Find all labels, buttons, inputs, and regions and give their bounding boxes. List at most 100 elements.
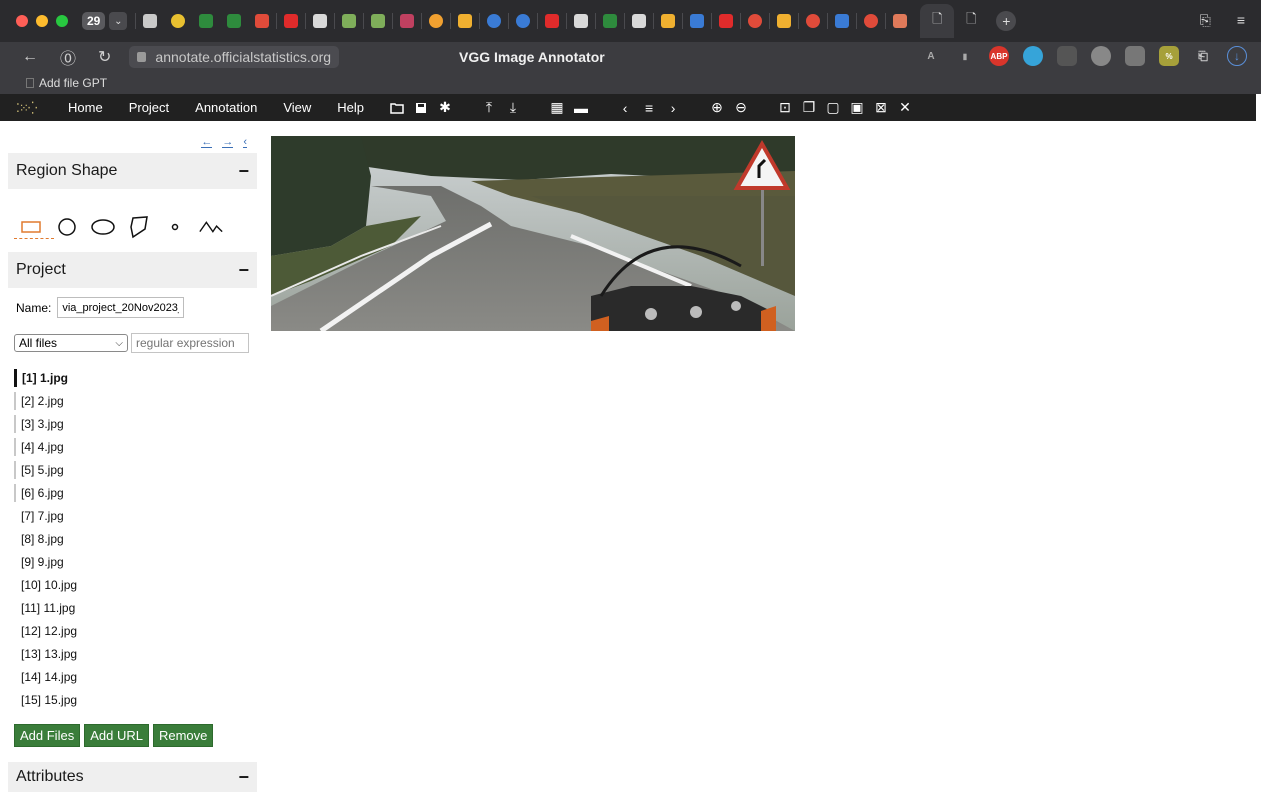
tab-count-badge[interactable]: 29 — [82, 12, 106, 30]
pinned-tab-icon[interactable] — [199, 14, 214, 28]
regex-filter-input[interactable] — [131, 333, 249, 353]
pinned-tab-icon[interactable] — [429, 14, 444, 28]
url-field[interactable]: annotate.officialstatistics.org — [129, 46, 340, 68]
pinned-tab-icon[interactable] — [864, 14, 879, 28]
grid-icon[interactable]: ▦ — [550, 99, 564, 116]
paste-all-icon[interactable]: ⊠ — [874, 99, 888, 116]
via-logo-icon[interactable]: ⁚⁙⁛ — [16, 101, 48, 115]
attributes-header[interactable]: Attributes − — [8, 762, 257, 792]
pinned-tab-icon[interactable] — [893, 14, 908, 28]
file-item[interactable]: [14] 14.jpg — [14, 665, 254, 688]
reader-extension-icon[interactable] — [1057, 46, 1077, 66]
polygon-shape-icon[interactable] — [126, 214, 152, 240]
pinned-tab-icon[interactable] — [748, 14, 763, 28]
back-icon[interactable]: ← — [22, 48, 38, 66]
bookmark-icon[interactable]: ▮ — [955, 46, 975, 66]
menu-view[interactable]: View — [277, 100, 317, 115]
select-all-icon[interactable]: ⊡ — [778, 99, 792, 116]
pinned-tab-icon[interactable] — [458, 14, 473, 28]
pinned-tab-icon[interactable] — [777, 14, 792, 28]
project-name-input[interactable] — [57, 297, 185, 318]
paste-icon[interactable]: ▢ — [826, 99, 840, 116]
pinned-tab-icon[interactable] — [313, 14, 328, 28]
pinned-tab-icon[interactable] — [143, 14, 158, 28]
annotation-editor-icon[interactable]: ▬ — [574, 100, 588, 116]
save-icon[interactable] — [414, 102, 428, 114]
bookmark-item[interactable]: Add file GPT — [26, 76, 107, 90]
pinned-tab-icon[interactable] — [342, 14, 357, 28]
menu-project[interactable]: Project — [123, 100, 175, 115]
polyline-shape-icon[interactable] — [198, 214, 224, 240]
point-shape-icon[interactable] — [162, 214, 188, 240]
file-item[interactable]: [5] 5.jpg — [14, 458, 254, 481]
file-item[interactable]: [2] 2.jpg — [14, 389, 254, 412]
pinned-tab-icon[interactable] — [719, 14, 734, 28]
pinned-tab-icon[interactable] — [400, 14, 415, 28]
circle-shape-icon[interactable] — [54, 214, 80, 240]
next-icon[interactable]: › — [666, 100, 680, 116]
file-item[interactable]: [4] 4.jpg — [14, 435, 254, 458]
add-files-button[interactable]: Add Files — [14, 724, 81, 747]
pinned-tab-icon[interactable] — [545, 14, 560, 28]
adblock-icon[interactable]: ABP — [989, 46, 1009, 66]
pinned-tab-icon[interactable] — [835, 14, 850, 28]
pinned-tab-icon[interactable] — [632, 14, 647, 28]
zoom-out-icon[interactable]: ⊖ — [734, 99, 748, 116]
pinned-tab-icon[interactable] — [255, 14, 270, 28]
menu-home[interactable]: Home — [62, 100, 109, 115]
list-icon[interactable]: ≡ — [642, 100, 656, 116]
file-item[interactable]: [10] 10.jpg — [14, 573, 254, 596]
chat-extension-icon[interactable] — [1023, 46, 1043, 66]
reload-icon[interactable]: ↻ — [98, 47, 111, 67]
download-icon[interactable]: ⤓ — [506, 99, 520, 116]
copy-icon[interactable]: ❐ — [802, 99, 816, 116]
file-item[interactable]: [15] 15.jpg — [14, 688, 254, 711]
add-url-button[interactable]: Add URL — [84, 724, 149, 747]
pinned-tab-icon[interactable] — [227, 14, 242, 28]
paste-n-icon[interactable]: ▣ — [850, 99, 864, 116]
annotation-canvas-image[interactable] — [271, 136, 795, 331]
percent-extension-icon[interactable]: % — [1159, 46, 1179, 66]
yandex-icon[interactable]: ⓪ — [60, 45, 76, 69]
file-item[interactable]: [8] 8.jpg — [14, 527, 254, 550]
close-window-button[interactable] — [16, 15, 28, 27]
file-item[interactable]: [11] 11.jpg — [14, 596, 254, 619]
region-shape-header[interactable]: Region Shape − — [8, 153, 257, 189]
pinned-tab-icon[interactable] — [603, 14, 618, 28]
file-item[interactable]: [6] 6.jpg — [14, 481, 254, 504]
zoom-in-icon[interactable]: ⊕ — [710, 99, 724, 116]
pinned-tab-icon[interactable] — [171, 14, 186, 28]
tab-search-icon[interactable]: ⎘ — [1200, 12, 1211, 29]
rectangle-shape-icon[interactable] — [18, 214, 44, 240]
project-header[interactable]: Project − — [8, 252, 257, 288]
minimize-window-button[interactable] — [36, 15, 48, 27]
pinned-tab-icon[interactable] — [690, 14, 705, 28]
pinned-tab-icon[interactable] — [806, 14, 821, 28]
clipboard-extension-icon[interactable]: ⎗ — [1193, 46, 1213, 66]
wallet-extension-icon[interactable] — [1125, 46, 1145, 66]
collapse-icon[interactable]: − — [238, 767, 249, 788]
file-item[interactable]: [13] 13.jpg — [14, 642, 254, 665]
file-filter-select[interactable]: All files ⌵ — [14, 334, 128, 352]
upload-icon[interactable]: ⤒ — [482, 99, 496, 116]
collapse-icon[interactable]: − — [238, 161, 249, 182]
pinned-tab-icon[interactable] — [516, 14, 531, 28]
tab-list-chevron-icon[interactable]: ⌄ — [109, 12, 128, 30]
vpn-extension-icon[interactable] — [1091, 46, 1111, 66]
menu-annotation[interactable]: Annotation — [189, 100, 263, 115]
folder-icon[interactable] — [390, 102, 404, 114]
new-tab-button[interactable]: + — [996, 11, 1017, 31]
settings-icon[interactable]: ✱ — [438, 99, 452, 116]
file-item[interactable]: [1] 1.jpg — [14, 366, 254, 389]
prev-icon[interactable]: ‹ — [618, 100, 632, 116]
pinned-tab-icon[interactable] — [574, 14, 589, 28]
pinned-tab-icon[interactable] — [371, 14, 386, 28]
menu-icon[interactable]: ≡ — [1237, 12, 1245, 29]
menu-help[interactable]: Help — [331, 100, 370, 115]
expand-panel-icon[interactable]: → — [222, 137, 234, 148]
pinned-tab-icon[interactable] — [284, 14, 299, 28]
tab[interactable]: 🗋 — [954, 4, 988, 38]
translate-icon[interactable]: A — [921, 46, 941, 66]
pinned-tab-icon[interactable] — [661, 14, 676, 28]
file-item[interactable]: [9] 9.jpg — [14, 550, 254, 573]
